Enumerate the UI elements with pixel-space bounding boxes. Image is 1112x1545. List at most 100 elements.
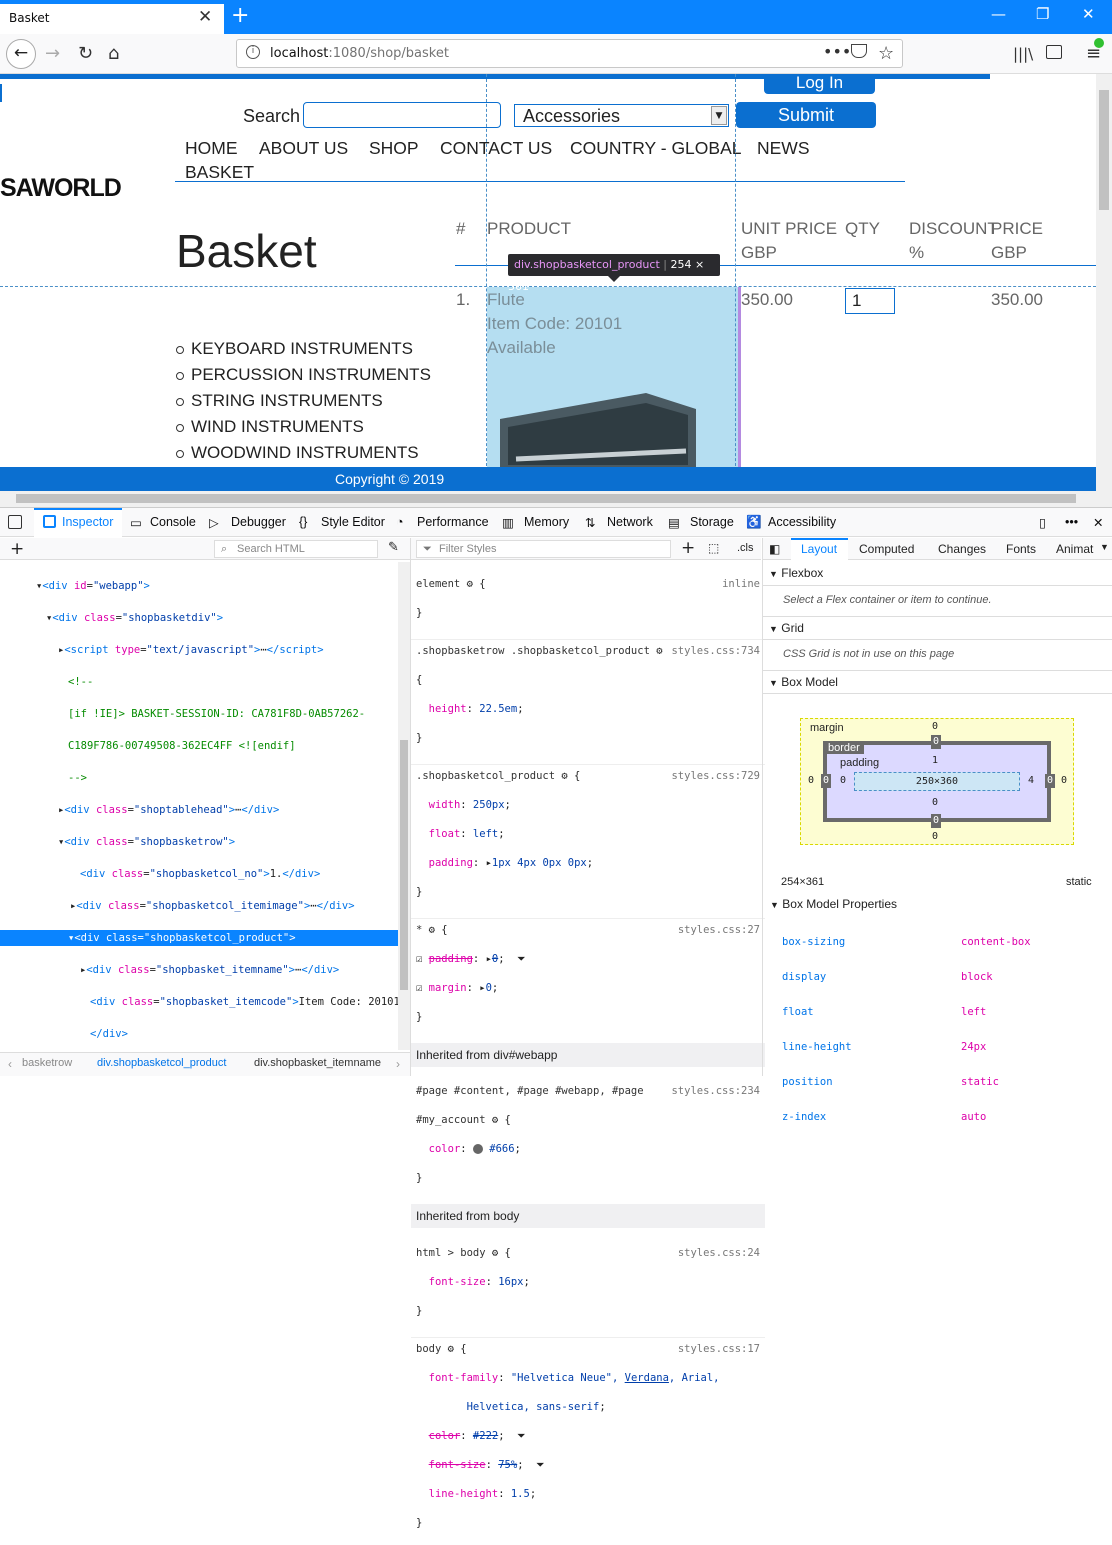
nav-contact[interactable]: CONTACT US [440, 138, 552, 159]
category-select[interactable]: Accessories ▼ [514, 104, 729, 127]
accessibility-icon: ♿ [746, 515, 762, 529]
tab-performance[interactable]: Performance [417, 515, 489, 529]
close-devtools-icon[interactable]: ✕ [1093, 515, 1103, 530]
margin-top-value[interactable]: 0 [932, 719, 938, 735]
category-item[interactable]: KEYBOARD INSTRUMENTS [176, 339, 413, 359]
breadcrumb-item[interactable]: div.shopbasket_itemname [254, 1057, 381, 1069]
reload-icon[interactable]: ↻ [78, 43, 93, 64]
category-item[interactable]: WOODWIND INSTRUMENTS [176, 443, 419, 463]
dock-icon[interactable]: ▯ [1039, 515, 1046, 530]
margin-bottom-value[interactable]: 0 [932, 829, 938, 845]
storage-icon: ▤ [668, 516, 680, 530]
tab-changes[interactable]: Changes [938, 542, 986, 556]
padding-top-value[interactable]: 1 [932, 753, 938, 769]
breadcrumb-arrow-right-icon[interactable]: › [396, 1057, 400, 1071]
sidebar-icon[interactable] [1046, 45, 1062, 59]
nav-country[interactable]: COUNTRY - GLOBAL [570, 138, 741, 159]
library-icon[interactable]: |||\ [1013, 45, 1033, 63]
add-node-icon[interactable]: + [10, 539, 24, 559]
tab-layout[interactable]: Layout [801, 542, 837, 556]
line-price: 350.00 [991, 290, 1043, 309]
border-left-value[interactable]: 0 [821, 774, 832, 788]
border-top-value[interactable]: 0 [931, 735, 942, 749]
forward-icon[interactable]: → [45, 43, 60, 64]
console-icon: ▭ [130, 516, 142, 530]
tab-debugger[interactable]: Debugger [231, 515, 286, 529]
toggle-pseudo-icon[interactable]: ⬚ [708, 541, 719, 555]
col-header-discount: DISCOUNT [909, 219, 998, 238]
search-html-input[interactable]: ⌕ Search HTML [214, 540, 378, 558]
info-icon[interactable]: i [246, 45, 260, 59]
markup-tree[interactable]: ▾<div id="webapp"> ▾<div class="shopbask… [0, 562, 398, 1050]
quantity-input[interactable]: 1 [845, 288, 895, 314]
tab-storage[interactable]: Storage [690, 515, 734, 529]
category-item[interactable]: WIND INSTRUMENTS [176, 417, 364, 437]
inspector-tooltip: div.shopbasketcol_product | 254 × 361 [508, 254, 720, 293]
debugger-icon: ▷ [209, 516, 219, 530]
tab-accessibility[interactable]: Accessibility [768, 515, 836, 529]
padding-left-value[interactable]: 0 [840, 773, 846, 789]
rules-list[interactable]: element ⚙ {inline } .shopbasketrow .shop… [411, 562, 765, 1545]
col-header-discount-unit: % [909, 243, 925, 262]
breadcrumb-item[interactable]: basketrow [22, 1057, 72, 1069]
minimize-icon[interactable]: — [991, 5, 1006, 23]
border-bottom-value[interactable]: 0 [931, 814, 942, 828]
tab-computed[interactable]: Computed [859, 542, 914, 556]
nav-news[interactable]: NEWS [757, 138, 810, 159]
category-item[interactable]: STRING INSTRUMENTS [176, 391, 383, 411]
cls-button[interactable]: .cls [737, 542, 754, 554]
search-label: Search [243, 106, 301, 126]
tab-animations[interactable]: Animat [1056, 542, 1093, 556]
boxmodel-section-header[interactable]: ▼ Box Model [763, 670, 1112, 694]
new-tab-icon[interactable]: + [231, 3, 249, 28]
add-rule-icon[interactable]: + [681, 538, 695, 558]
nav-basket[interactable]: BASKET [185, 162, 254, 183]
bookmark-star-icon[interactable]: ☆ [878, 43, 894, 64]
vertical-scroll-thumb[interactable] [1099, 90, 1109, 210]
breadcrumb-item[interactable]: div.shopbasketcol_product [97, 1057, 226, 1069]
tab-network[interactable]: Network [607, 515, 653, 529]
tab-style-editor[interactable]: Style Editor [321, 515, 385, 529]
chevron-down-icon[interactable]: ▼ [1100, 542, 1109, 552]
close-window-icon[interactable]: ✕ [1082, 5, 1095, 23]
flexbox-section-header[interactable]: ▼ Flexbox [763, 562, 1112, 586]
margin-left-value[interactable]: 0 [808, 773, 814, 789]
update-badge-icon [1094, 38, 1104, 48]
nav-home[interactable]: HOME [185, 138, 238, 159]
nav-about[interactable]: ABOUT US [259, 138, 348, 159]
eyedropper-icon[interactable]: ✎ [388, 540, 399, 555]
tab-console[interactable]: Console [150, 515, 196, 529]
filter-styles-input[interactable]: ⏷ Filter Styles [416, 540, 671, 558]
boxmodel-properties-header[interactable]: ▼ Box Model Properties [770, 897, 897, 911]
search-icon: ⌕ [221, 543, 228, 555]
pick-element-icon[interactable] [8, 515, 22, 529]
tab-memory[interactable]: Memory [524, 515, 569, 529]
markup-scroll-thumb[interactable] [400, 740, 408, 990]
page-actions-icon[interactable]: ••• [823, 42, 851, 61]
grid-section-header[interactable]: ▼ Grid [763, 616, 1112, 640]
restore-icon[interactable]: ❐ [1036, 5, 1049, 23]
toggle-sidebar-icon[interactable]: ◧ [769, 542, 780, 556]
breadcrumb-arrow-left-icon[interactable]: ‹ [8, 1057, 12, 1071]
home-icon[interactable]: ⌂ [108, 43, 119, 64]
submit-button[interactable]: Submit [736, 102, 876, 128]
tab-inspector[interactable]: Inspector [62, 515, 113, 529]
memory-icon: ▥ [502, 516, 514, 530]
border-right-value[interactable]: 0 [1045, 774, 1056, 788]
tab-fonts[interactable]: Fonts [1006, 542, 1036, 556]
back-icon[interactable]: ← [6, 39, 36, 69]
nav-shop[interactable]: SHOP [369, 138, 419, 159]
category-item[interactable]: PERCUSSION INSTRUMENTS [176, 365, 431, 385]
login-button[interactable]: Log In [764, 74, 875, 94]
padding-right-value[interactable]: 4 [1028, 773, 1034, 789]
margin-right-value[interactable]: 0 [1061, 773, 1067, 789]
more-options-icon[interactable]: ••• [1065, 515, 1078, 529]
search-input[interactable] [303, 102, 501, 128]
pocket-icon[interactable] [851, 44, 867, 58]
web-page: Log In Search Accessories ▼ Submit SAWOR… [0, 74, 1096, 491]
horizontal-scroll-thumb[interactable] [16, 494, 1076, 503]
browser-tab[interactable]: Basket ✕ [0, 2, 224, 34]
item-availability: Available [487, 338, 556, 357]
close-tab-icon[interactable]: ✕ [198, 7, 212, 27]
padding-bottom-value[interactable]: 0 [932, 795, 938, 811]
